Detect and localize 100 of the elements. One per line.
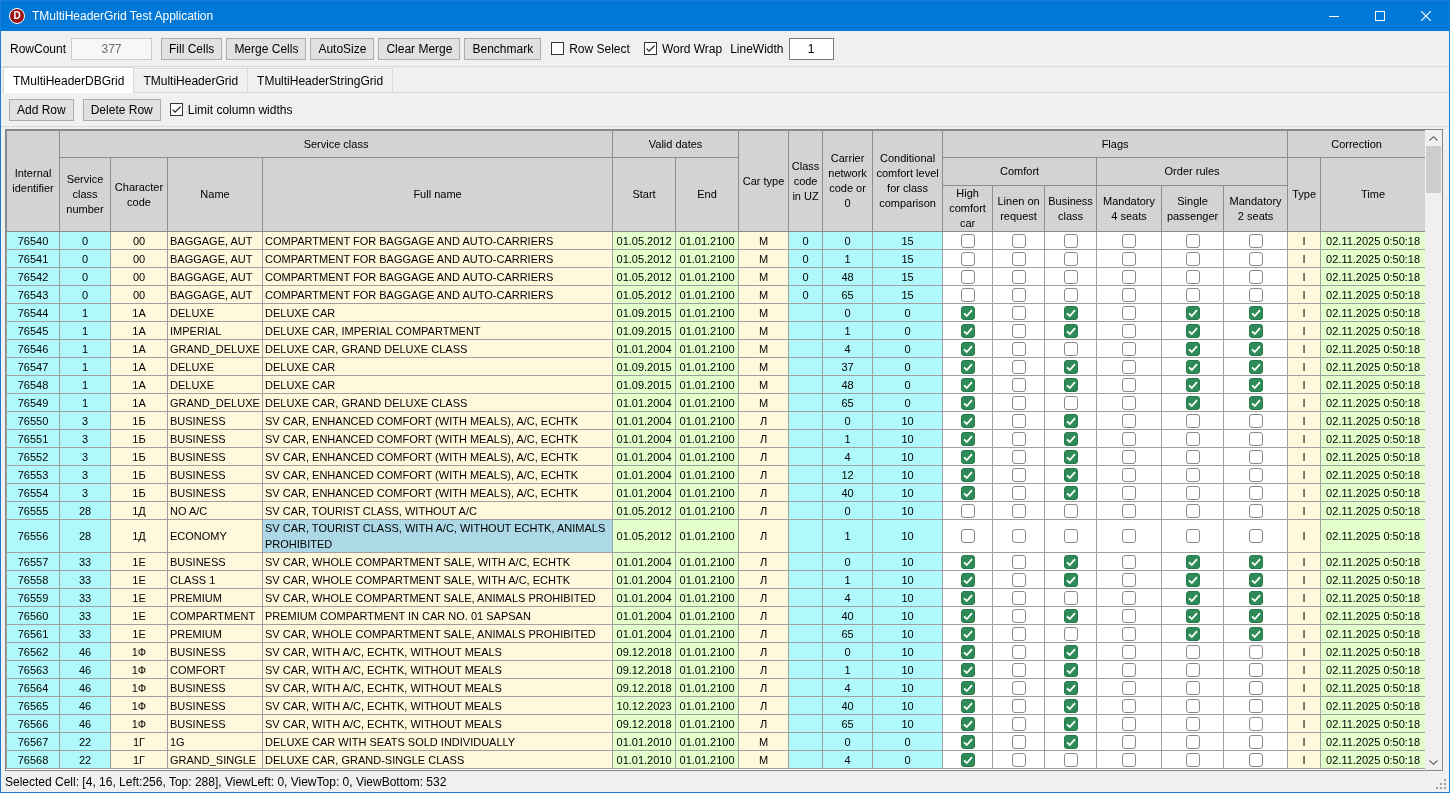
checkbox[interactable] (1063, 716, 1078, 731)
checkbox[interactable] (1122, 467, 1137, 482)
checkbox[interactable] (1063, 752, 1078, 767)
checkbox[interactable] (1063, 590, 1078, 605)
checkbox[interactable] (1248, 680, 1263, 695)
checkbox[interactable] (1011, 251, 1026, 266)
checkbox[interactable] (1122, 341, 1137, 356)
checkbox[interactable] (1185, 305, 1200, 320)
checkbox[interactable] (1248, 269, 1263, 284)
checkbox[interactable] (960, 323, 975, 338)
checkbox[interactable] (1011, 590, 1026, 605)
checkbox[interactable] (1063, 698, 1078, 713)
checkbox[interactable] (960, 431, 975, 446)
checkbox[interactable] (1122, 413, 1137, 428)
checkbox[interactable] (1063, 413, 1078, 428)
checkbox[interactable] (1011, 341, 1026, 356)
checkbox[interactable] (1122, 590, 1137, 605)
checkbox[interactable] (1122, 554, 1137, 569)
checkbox[interactable] (1185, 269, 1200, 284)
checkbox[interactable] (1248, 662, 1263, 677)
checkbox[interactable] (1248, 323, 1263, 338)
checkbox[interactable] (1063, 305, 1078, 320)
checkbox[interactable] (1063, 608, 1078, 623)
checkbox[interactable] (1248, 431, 1263, 446)
checkbox[interactable] (1185, 662, 1200, 677)
checkbox[interactable] (960, 734, 975, 749)
checkbox[interactable] (1011, 287, 1026, 302)
checkbox[interactable] (960, 554, 975, 569)
checkbox[interactable] (1122, 305, 1137, 320)
checkbox[interactable] (960, 377, 975, 392)
checkbox[interactable] (1011, 233, 1026, 248)
checkbox[interactable] (1063, 287, 1078, 302)
checkbox[interactable] (1185, 287, 1200, 302)
checkbox[interactable] (1011, 529, 1026, 543)
checkbox[interactable] (1185, 503, 1200, 518)
checkbox[interactable] (1011, 626, 1026, 641)
toolbar-button[interactable]: Delete Row (82, 98, 161, 121)
checkbox[interactable] (1011, 377, 1026, 392)
checkbox[interactable] (1063, 251, 1078, 266)
checkbox[interactable] (1063, 680, 1078, 695)
checkbox[interactable] (1011, 449, 1026, 464)
line-width-field[interactable]: 1 (788, 37, 834, 60)
checkbox[interactable] (1185, 752, 1200, 767)
checkbox[interactable] (1011, 269, 1026, 284)
checkbox[interactable] (1122, 323, 1137, 338)
checkbox[interactable] (1248, 503, 1263, 518)
checkbox[interactable] (1122, 395, 1137, 410)
checkbox[interactable] (1011, 644, 1026, 659)
checkbox[interactable] (960, 269, 975, 284)
checkbox[interactable] (1011, 698, 1026, 713)
checkbox[interactable] (1122, 626, 1137, 641)
tab[interactable]: TMultiHeaderStringGrid (247, 68, 394, 92)
scroll-up-icon[interactable] (1429, 135, 1438, 141)
checkbox[interactable] (1248, 359, 1263, 374)
checkbox[interactable] (1185, 644, 1200, 659)
checkbox[interactable] (1122, 233, 1137, 248)
checkbox[interactable] (1185, 680, 1200, 695)
checkbox[interactable] (1122, 680, 1137, 695)
checkbox[interactable] (1185, 485, 1200, 500)
checkbox[interactable] (1122, 269, 1137, 284)
checkbox[interactable] (1248, 734, 1263, 749)
checkbox[interactable] (960, 608, 975, 623)
checkbox[interactable] (1011, 608, 1026, 623)
checkbox[interactable] (1122, 716, 1137, 731)
checkbox[interactable] (1185, 590, 1200, 605)
checkbox[interactable] (1185, 698, 1200, 713)
checkbox[interactable] (1122, 287, 1137, 302)
checkbox[interactable] (1063, 431, 1078, 446)
checkbox[interactable] (1185, 554, 1200, 569)
checkbox[interactable] (960, 287, 975, 302)
checkbox[interactable] (1011, 554, 1026, 569)
checkbox[interactable] (169, 103, 183, 116)
checkbox[interactable] (1011, 752, 1026, 767)
toolbar-button[interactable]: AutoSize (310, 37, 375, 60)
checkbox[interactable] (1248, 377, 1263, 392)
toolbar-button[interactable]: Fill Cells (161, 37, 223, 60)
checkbox[interactable] (1185, 716, 1200, 731)
checkbox[interactable] (1248, 626, 1263, 641)
checkbox[interactable] (1122, 377, 1137, 392)
checkbox[interactable] (1185, 626, 1200, 641)
checkbox[interactable] (1011, 662, 1026, 677)
toolbar-button[interactable]: Add Row (9, 98, 74, 121)
checkbox[interactable] (1185, 449, 1200, 464)
checkbox[interactable] (1011, 359, 1026, 374)
checkbox[interactable] (1122, 503, 1137, 518)
checkbox[interactable] (960, 662, 975, 677)
checkbox[interactable] (960, 716, 975, 731)
checkbox[interactable] (1011, 503, 1026, 518)
checkbox[interactable] (1185, 359, 1200, 374)
checkbox[interactable] (1011, 680, 1026, 695)
checkbox[interactable] (1063, 323, 1078, 338)
checkbox[interactable] (1011, 395, 1026, 410)
checkbox[interactable] (1248, 341, 1263, 356)
checkbox[interactable] (1122, 608, 1137, 623)
checkbox[interactable] (1185, 608, 1200, 623)
checkbox[interactable] (1122, 485, 1137, 500)
checkbox[interactable] (1011, 734, 1026, 749)
checkbox[interactable] (960, 449, 975, 464)
checkbox[interactable] (1063, 554, 1078, 569)
checkbox[interactable] (960, 590, 975, 605)
